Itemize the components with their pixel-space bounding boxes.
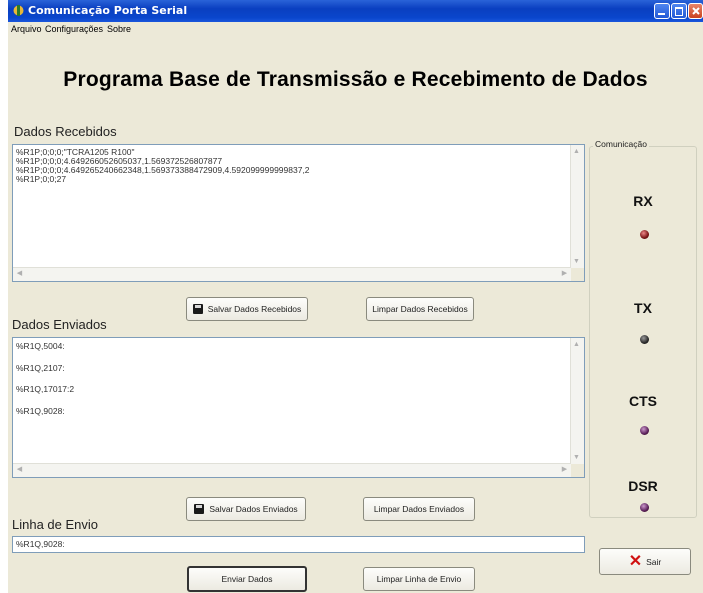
- clear-sent-button[interactable]: Limpar Dados Enviados: [363, 497, 475, 521]
- minimize-icon: [658, 13, 665, 15]
- scroll-left-icon[interactable]: ◀: [14, 464, 25, 475]
- menu-bar: Arquivo Configurações Sobre: [8, 22, 703, 37]
- cts-label: CTS: [629, 393, 657, 409]
- received-label: Dados Recebidos: [14, 124, 117, 139]
- scroll-right-icon[interactable]: ▶: [559, 464, 570, 475]
- save-received-button[interactable]: Salvar Dados Recebidos: [186, 297, 308, 321]
- close-icon: [692, 7, 700, 15]
- floppy-disk-icon: [192, 304, 203, 314]
- received-horizontal-scrollbar[interactable]: ◀ ▶: [13, 267, 571, 281]
- sent-line: %R1Q,9028:: [16, 405, 65, 416]
- scroll-corner: [571, 268, 584, 281]
- sent-line: %R1Q,5004:: [16, 341, 65, 351]
- clear-received-button[interactable]: Limpar Dados Recebidos: [366, 297, 474, 321]
- app-window: Comunicação Porta Serial Arquivo Configu…: [8, 0, 703, 593]
- exit-button[interactable]: ✕ Sair: [599, 548, 691, 575]
- save-received-label: Salvar Dados Recebidos: [207, 304, 302, 314]
- scroll-corner: [571, 464, 584, 477]
- close-button[interactable]: [688, 3, 703, 19]
- minimize-button[interactable]: [654, 3, 670, 19]
- received-lines: %R1P;0;0;0;"TCRA1205 R100" %R1P;0;0;0;4.…: [16, 148, 570, 184]
- send-data-label: Enviar Dados: [221, 574, 273, 584]
- send-data-button[interactable]: Enviar Dados: [187, 566, 307, 592]
- page-title: Programa Base de Transmissão e Recebimen…: [63, 68, 648, 91]
- scroll-right-icon[interactable]: ▶: [559, 268, 570, 279]
- menu-arquivo[interactable]: Arquivo: [11, 24, 42, 34]
- sent-line: %R1Q,2107:: [16, 362, 65, 373]
- exit-label: Sair: [646, 556, 662, 567]
- communication-label: Comunicação: [593, 139, 649, 149]
- received-textarea[interactable]: %R1P;0;0;0;"TCRA1205 R100" %R1P;0;0;0;4.…: [12, 144, 585, 282]
- app-icon: [13, 5, 24, 16]
- tx-label: TX: [634, 300, 652, 316]
- sent-lines: %R1Q,5004: %R1Q,2107: %R1Q,17017:2 %R1Q,…: [16, 336, 570, 422]
- scroll-left-icon[interactable]: ◀: [14, 268, 25, 279]
- rx-label: RX: [633, 193, 653, 209]
- menu-sobre[interactable]: Sobre: [107, 24, 131, 34]
- scroll-up-icon[interactable]: ▲: [571, 146, 582, 157]
- received-vertical-scrollbar[interactable]: ▲ ▼: [570, 145, 584, 268]
- received-line: %R1P;0;0;27: [16, 174, 67, 184]
- sent-horizontal-scrollbar[interactable]: ◀ ▶: [13, 463, 571, 477]
- dsr-led-icon: [640, 503, 649, 512]
- save-sent-button[interactable]: Salvar Dados Enviados: [186, 497, 306, 521]
- tx-led-icon: [640, 335, 649, 344]
- sent-vertical-scrollbar[interactable]: ▲ ▼: [570, 338, 584, 464]
- scroll-down-icon[interactable]: ▼: [571, 256, 582, 267]
- title-bar[interactable]: Comunicação Porta Serial: [8, 0, 703, 22]
- sent-textarea[interactable]: %R1Q,5004: %R1Q,2107: %R1Q,17017:2 %R1Q,…: [12, 337, 585, 478]
- maximize-icon: [675, 7, 683, 16]
- scroll-up-icon[interactable]: ▲: [571, 339, 582, 350]
- received-line: %R1P;0;0;0;4.649265240662348,1.569373388…: [16, 165, 310, 175]
- sent-label: Dados Enviados: [12, 317, 107, 332]
- close-x-icon: ✕: [628, 552, 643, 570]
- scroll-down-icon[interactable]: ▼: [571, 452, 582, 463]
- cts-led-icon: [640, 426, 649, 435]
- send-line-label: Linha de Envio: [12, 517, 99, 532]
- sent-line: %R1Q,17017:2: [16, 384, 75, 394]
- dsr-label: DSR: [628, 478, 658, 494]
- menu-configuracoes[interactable]: Configurações: [45, 24, 103, 34]
- desktop-edge: [0, 0, 8, 593]
- send-line-input[interactable]: %R1Q,9028:: [12, 536, 585, 553]
- clear-send-line-label: Limpar Linha de Envio: [376, 574, 462, 584]
- maximize-button[interactable]: [671, 3, 687, 19]
- clear-sent-label: Limpar Dados Enviados: [373, 504, 465, 514]
- save-sent-label: Salvar Dados Enviados: [209, 504, 298, 514]
- floppy-disk-icon: [194, 504, 205, 514]
- window-title: Comunicação Porta Serial: [28, 4, 188, 17]
- rx-led-icon: [640, 230, 649, 239]
- clear-send-line-button[interactable]: Limpar Linha de Envio: [363, 567, 475, 591]
- clear-received-label: Limpar Dados Recebidos: [372, 304, 468, 314]
